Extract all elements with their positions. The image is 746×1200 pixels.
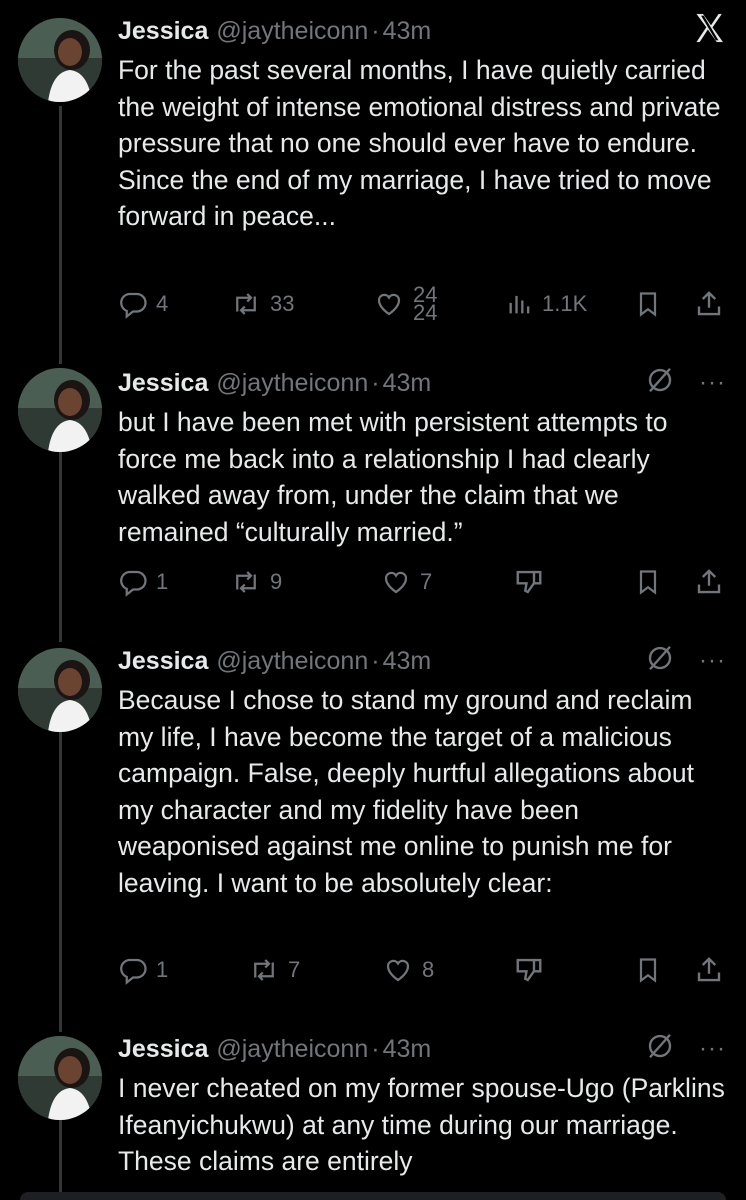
- bookmark-icon: [634, 289, 662, 319]
- author-handle[interactable]: @jaytheiconn: [216, 369, 368, 398]
- like-count: 24 24: [413, 286, 437, 322]
- separator: ·: [371, 1034, 380, 1063]
- action-bar: 4 33 24 24 1.1K: [118, 284, 728, 324]
- reply-icon: [118, 289, 148, 319]
- more-options-button[interactable]: ···: [699, 647, 726, 675]
- author-handle[interactable]: @jaytheiconn: [216, 17, 368, 46]
- share-button[interactable]: [694, 284, 724, 324]
- tweet[interactable]: Jessica @jaytheiconn · 43m ··· Because I…: [0, 630, 746, 1030]
- avatar[interactable]: [18, 1036, 102, 1120]
- author-handle[interactable]: @jaytheiconn: [216, 647, 368, 676]
- tweet-text: For the past several months, I have quie…: [118, 55, 721, 231]
- reply-button[interactable]: 1: [118, 950, 168, 990]
- bookmark-button[interactable]: [634, 562, 662, 602]
- reply-count: 4: [156, 291, 169, 316]
- tweet-header: Jessica @jaytheiconn · 43m ···: [118, 1032, 726, 1066]
- downvote-icon: [514, 567, 544, 597]
- action-bar: 1 9 7: [118, 562, 728, 602]
- bottom-bar: [20, 1192, 726, 1200]
- tweet-header: Jessica @jaytheiconn · 43m ···: [118, 366, 726, 400]
- repost-icon: [230, 567, 262, 597]
- thread-page: Jessica @jaytheiconn · 43m For the past …: [0, 0, 746, 1200]
- share-icon: [694, 289, 724, 319]
- repost-icon: [248, 955, 280, 985]
- avatar[interactable]: [18, 18, 102, 102]
- repost-button[interactable]: 33: [230, 284, 294, 324]
- like-count: 7: [420, 569, 433, 594]
- reply-count: 1: [156, 957, 169, 982]
- more-options-button[interactable]: ···: [699, 369, 726, 397]
- downvote-button[interactable]: [514, 562, 544, 602]
- tweet-text: but I have been met with persistent atte…: [118, 407, 668, 547]
- tweet[interactable]: Jessica @jaytheiconn · 43m ··· I never c…: [0, 1018, 746, 1200]
- separator: ·: [371, 368, 380, 397]
- repost-count: 9: [270, 569, 283, 594]
- timestamp[interactable]: 43m: [383, 647, 432, 676]
- tweet-header: Jessica @jaytheiconn · 43m: [118, 13, 726, 48]
- tweet-text: Because I chose to stand my ground and r…: [118, 685, 694, 898]
- views-button[interactable]: 1.1K: [506, 284, 587, 324]
- reply-icon: [118, 955, 148, 985]
- share-icon: [694, 567, 724, 597]
- repost-count: 7: [288, 957, 301, 982]
- bookmark-button[interactable]: [634, 950, 662, 990]
- tweet-header: Jessica @jaytheiconn · 43m ···: [118, 644, 726, 678]
- more-options-button[interactable]: ···: [699, 1035, 726, 1063]
- timestamp[interactable]: 43m: [383, 17, 432, 46]
- grok-icon[interactable]: [645, 643, 675, 680]
- downvote-button[interactable]: [514, 950, 544, 990]
- share-icon: [694, 955, 724, 985]
- like-button[interactable]: 24 24: [373, 284, 437, 324]
- heart-icon: [382, 955, 414, 985]
- heart-icon: [373, 289, 405, 319]
- author-name[interactable]: Jessica: [118, 369, 208, 398]
- tweet[interactable]: Jessica @jaytheiconn · 43m For the past …: [0, 0, 746, 360]
- grok-icon[interactable]: [645, 1031, 675, 1068]
- like-button[interactable]: 8: [382, 950, 434, 990]
- views-count: 1.1K: [542, 291, 588, 316]
- bookmark-icon: [634, 567, 662, 597]
- avatar[interactable]: [18, 648, 102, 732]
- x-logo-icon[interactable]: [692, 11, 726, 52]
- author-name[interactable]: Jessica: [118, 17, 208, 46]
- grok-icon[interactable]: [645, 365, 675, 402]
- like-count: 8: [422, 957, 435, 982]
- timestamp[interactable]: 43m: [383, 1035, 432, 1064]
- repost-button[interactable]: 9: [230, 562, 282, 602]
- bookmark-button[interactable]: [634, 284, 662, 324]
- reply-count: 1: [156, 569, 169, 594]
- reply-icon: [118, 567, 148, 597]
- action-bar: 1 7 8: [118, 950, 728, 990]
- author-name[interactable]: Jessica: [118, 647, 208, 676]
- share-button[interactable]: [694, 950, 724, 990]
- share-button[interactable]: [694, 562, 724, 602]
- like-button[interactable]: 7: [380, 562, 432, 602]
- repost-count: 33: [270, 291, 295, 316]
- downvote-icon: [514, 955, 544, 985]
- avatar[interactable]: [18, 368, 102, 452]
- reply-button[interactable]: 1: [118, 562, 168, 602]
- heart-icon: [380, 567, 412, 597]
- author-name[interactable]: Jessica: [118, 1035, 208, 1064]
- bookmark-icon: [634, 955, 662, 985]
- reply-button[interactable]: 4: [118, 284, 168, 324]
- views-icon: [506, 289, 534, 319]
- timestamp[interactable]: 43m: [383, 369, 432, 398]
- tweet[interactable]: Jessica @jaytheiconn · 43m ··· but I hav…: [0, 352, 746, 642]
- like-count-bottom: 24: [413, 300, 438, 323]
- separator: ·: [371, 646, 380, 675]
- separator: ·: [371, 16, 380, 45]
- repost-icon: [230, 289, 262, 319]
- tweet-text: I never cheated on my former spouse-Ugo …: [118, 1073, 725, 1176]
- author-handle[interactable]: @jaytheiconn: [216, 1035, 368, 1064]
- repost-button[interactable]: 7: [248, 950, 300, 990]
